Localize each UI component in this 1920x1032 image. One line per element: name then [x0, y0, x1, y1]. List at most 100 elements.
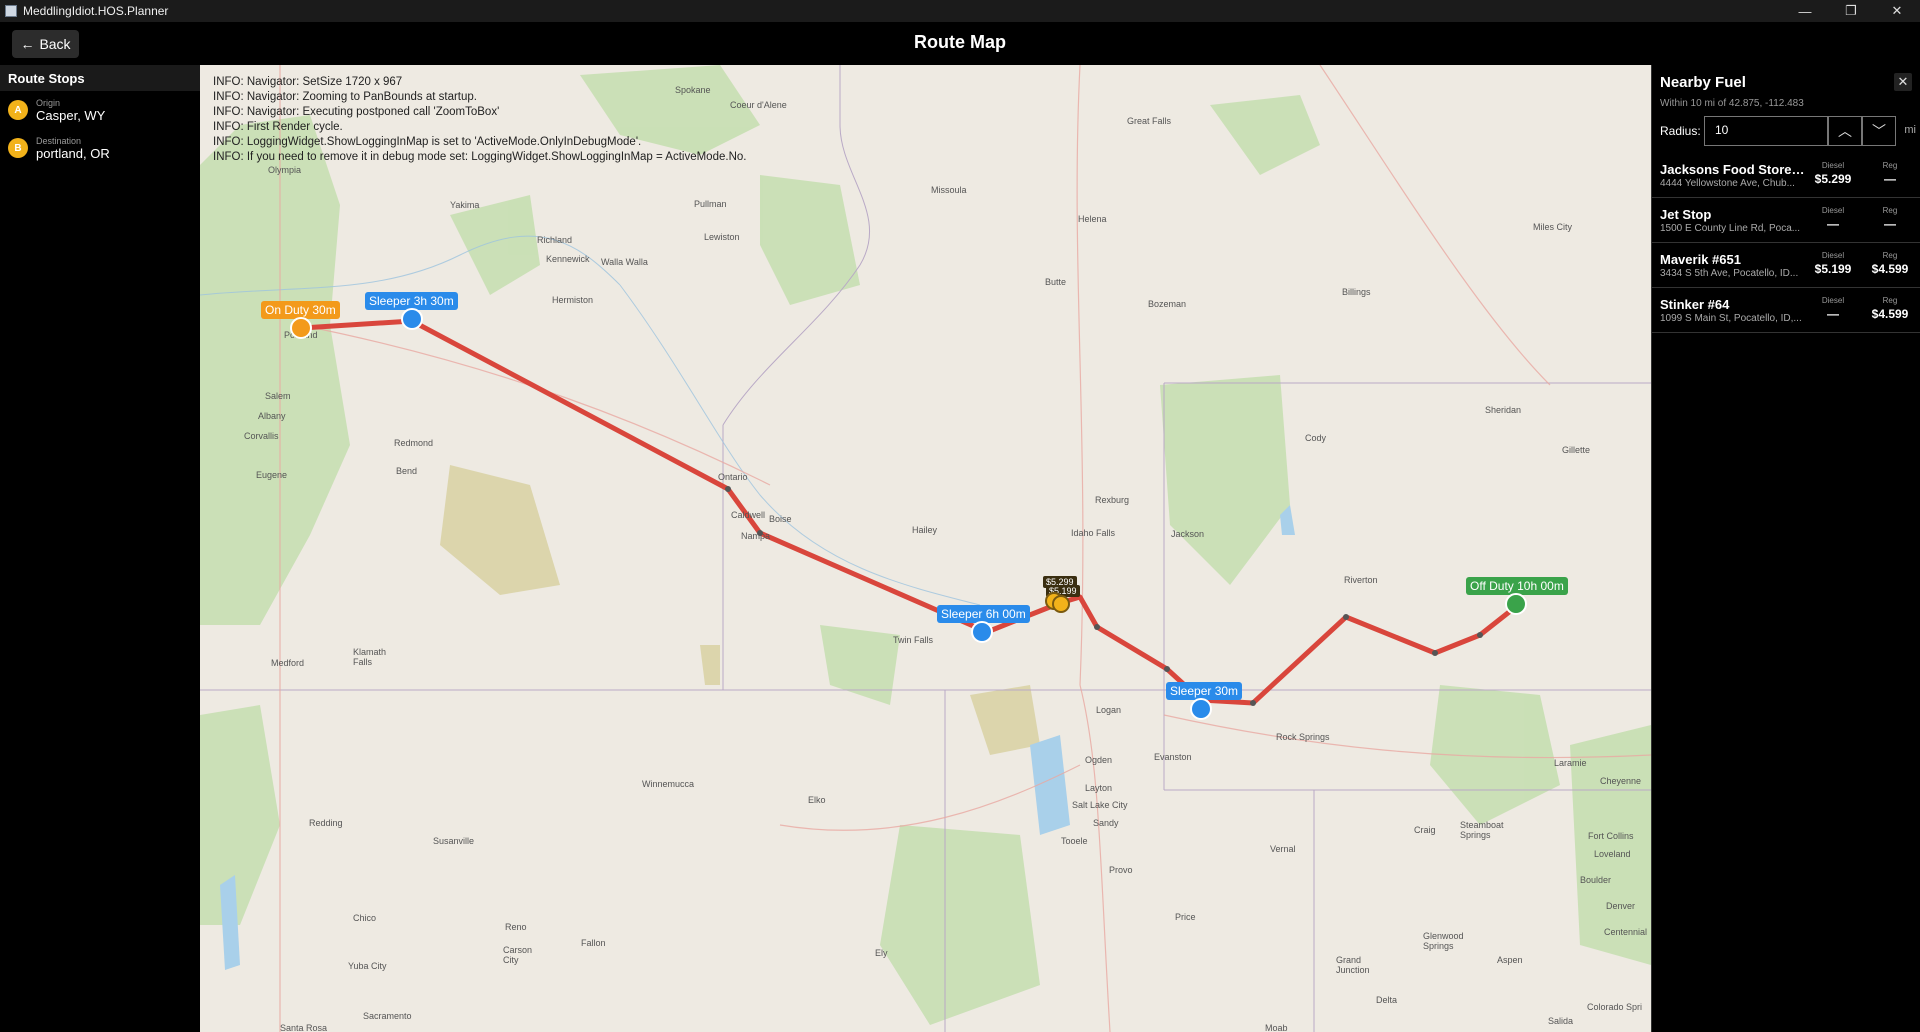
place-label: Sheridan [1485, 405, 1522, 415]
place-label: Ely [875, 948, 888, 958]
place-label: Salem [265, 391, 291, 401]
place-label: Idaho Falls [1071, 528, 1116, 538]
place-label: Centennial [1604, 927, 1648, 937]
log-line: INFO: Navigator: Executing postponed cal… [213, 106, 500, 118]
place-label: Grand Junction [1336, 955, 1370, 975]
radius-input[interactable]: 10 [1704, 116, 1828, 146]
nearby-fuel-panel: Nearby Fuel ✕ Within 10 mi of 42.875, -1… [1651, 65, 1920, 1032]
place-label: Nampa [741, 531, 771, 541]
place-label: Evanston [1154, 752, 1192, 762]
place-label: Chico [353, 913, 377, 923]
place-label: Yuba City [348, 961, 387, 971]
fuel-station-row[interactable]: Jet Stop 1500 E County Line Rd, Poca... … [1652, 198, 1920, 243]
place-label: Bozeman [1148, 299, 1187, 309]
stop-destination[interactable]: B Destination portland, OR [0, 129, 200, 167]
station-name: Jacksons Food Stores ... [1660, 162, 1805, 177]
place-label: Cheyenne [1600, 776, 1642, 786]
place-label: Hailey [912, 525, 938, 535]
fuel-station-marker[interactable] [1052, 595, 1070, 613]
place-label: Boise [769, 514, 792, 524]
sleeper-marker[interactable] [1190, 698, 1212, 720]
place-label: Billings [1342, 287, 1371, 297]
diesel-price: — [1827, 217, 1839, 231]
place-label: Price [1175, 912, 1196, 922]
place-label: Elko [808, 795, 826, 805]
diesel-header: Diesel [1821, 206, 1845, 215]
place-label: Klamath Falls [353, 647, 387, 667]
close-icon[interactable]: ✕ [1894, 73, 1912, 91]
station-address: 4444 Yellowstone Ave, Chub... [1660, 178, 1795, 189]
route-map[interactable]: Spokane Coeur d'Alene Great Falls Olympi… [200, 65, 1651, 1032]
stop-label: Origin [36, 97, 61, 108]
station-address: 3434 S 5th Ave, Pocatello, ID... [1660, 268, 1799, 279]
place-label: Olympia [268, 165, 302, 175]
place-label: Sacramento [363, 1011, 412, 1021]
place-label: Fallon [581, 938, 606, 948]
place-label: Sandy [1093, 818, 1119, 828]
reg-header: Reg [1882, 161, 1898, 170]
place-label: Redmond [394, 438, 434, 448]
route-stops-sidebar: Route Stops A Origin Casper, WY B Destin… [0, 65, 200, 1032]
place-label: Rock Springs [1276, 732, 1330, 742]
nearby-fuel-title: Nearby Fuel [1660, 74, 1746, 91]
chevron-down-icon[interactable]: ﹀ [1862, 116, 1896, 146]
place-label: Pullman [694, 199, 727, 209]
fuel-station-row[interactable]: Stinker #64 1099 S Main St, Pocatello, I… [1652, 288, 1920, 333]
stop-badge: A [8, 100, 28, 120]
close-window-button[interactable]: ✕ [1874, 0, 1920, 22]
place-label: Lewiston [704, 232, 740, 242]
place-label: Medford [271, 658, 305, 668]
diesel-header: Diesel [1821, 296, 1845, 305]
log-line: INFO: If you need to remove it in debug … [213, 151, 747, 163]
stop-value: portland, OR [36, 145, 110, 161]
place-label: Vernal [1270, 844, 1296, 854]
place-label: Caldwell [731, 510, 766, 520]
place-label: Layton [1085, 783, 1113, 793]
place-label: Jackson [1171, 529, 1205, 539]
place-label: Riverton [1344, 575, 1378, 585]
radius-unit: mi [1904, 124, 1916, 136]
place-label: Fort Collins [1588, 831, 1634, 841]
place-label: Aspen [1497, 955, 1523, 965]
chevron-up-icon[interactable]: ︿ [1828, 116, 1862, 146]
fuel-station-row[interactable]: Maverik #651 3434 S 5th Ave, Pocatello, … [1652, 243, 1920, 288]
marker-label-sleeper: Sleeper 30m [1166, 682, 1243, 700]
place-label: Twin Falls [893, 635, 934, 645]
fuel-station-row[interactable]: Jacksons Food Stores ... 4444 Yellowston… [1652, 153, 1920, 198]
place-label: Santa Rosa [280, 1023, 328, 1032]
station-name: Jet Stop [1660, 207, 1712, 222]
reg-header: Reg [1882, 206, 1898, 215]
reg-header: Reg [1882, 251, 1898, 260]
stop-origin[interactable]: A Origin Casper, WY [0, 91, 200, 129]
place-label: Salida [1548, 1016, 1574, 1026]
restore-button[interactable]: ❐ [1828, 0, 1874, 22]
place-label: Richland [537, 235, 573, 245]
place-label: Ontario [718, 472, 748, 482]
off-duty-marker[interactable] [1505, 593, 1527, 615]
place-label: Denver [1606, 901, 1636, 911]
diesel-header: Diesel [1821, 161, 1845, 170]
place-label: Susanville [433, 836, 475, 846]
place-label: Corvallis [244, 431, 279, 441]
map-background [200, 65, 1651, 1032]
minimize-button[interactable]: — [1782, 0, 1828, 22]
place-label: Glenwood Springs [1423, 931, 1464, 951]
reg-price: — [1884, 217, 1896, 231]
window-titlebar: MeddlingIdiot.HOS.Planner — ❐ ✕ [0, 0, 1920, 22]
reg-price: $4.599 [1871, 307, 1909, 321]
place-label: Provo [1109, 865, 1133, 875]
sleeper-marker[interactable] [401, 308, 423, 330]
place-label: Albany [258, 411, 286, 421]
place-label: Moab [1265, 1023, 1288, 1032]
reg-header: Reg [1882, 296, 1898, 305]
place-label: Eugene [256, 470, 288, 480]
route-stops-title: Route Stops [0, 65, 200, 91]
page-header: ← Back Route Map [0, 22, 1920, 65]
window-controls: — ❐ ✕ [1782, 0, 1920, 22]
on-duty-marker[interactable] [290, 317, 312, 339]
reg-price: — [1884, 172, 1896, 186]
station-name: Stinker #64 [1660, 297, 1730, 312]
place-label: Hermiston [552, 295, 594, 305]
sleeper-marker[interactable] [971, 621, 993, 643]
map-debug-log: INFO: Navigator: SetSize 1720 x 967 INFO… [213, 75, 746, 165]
